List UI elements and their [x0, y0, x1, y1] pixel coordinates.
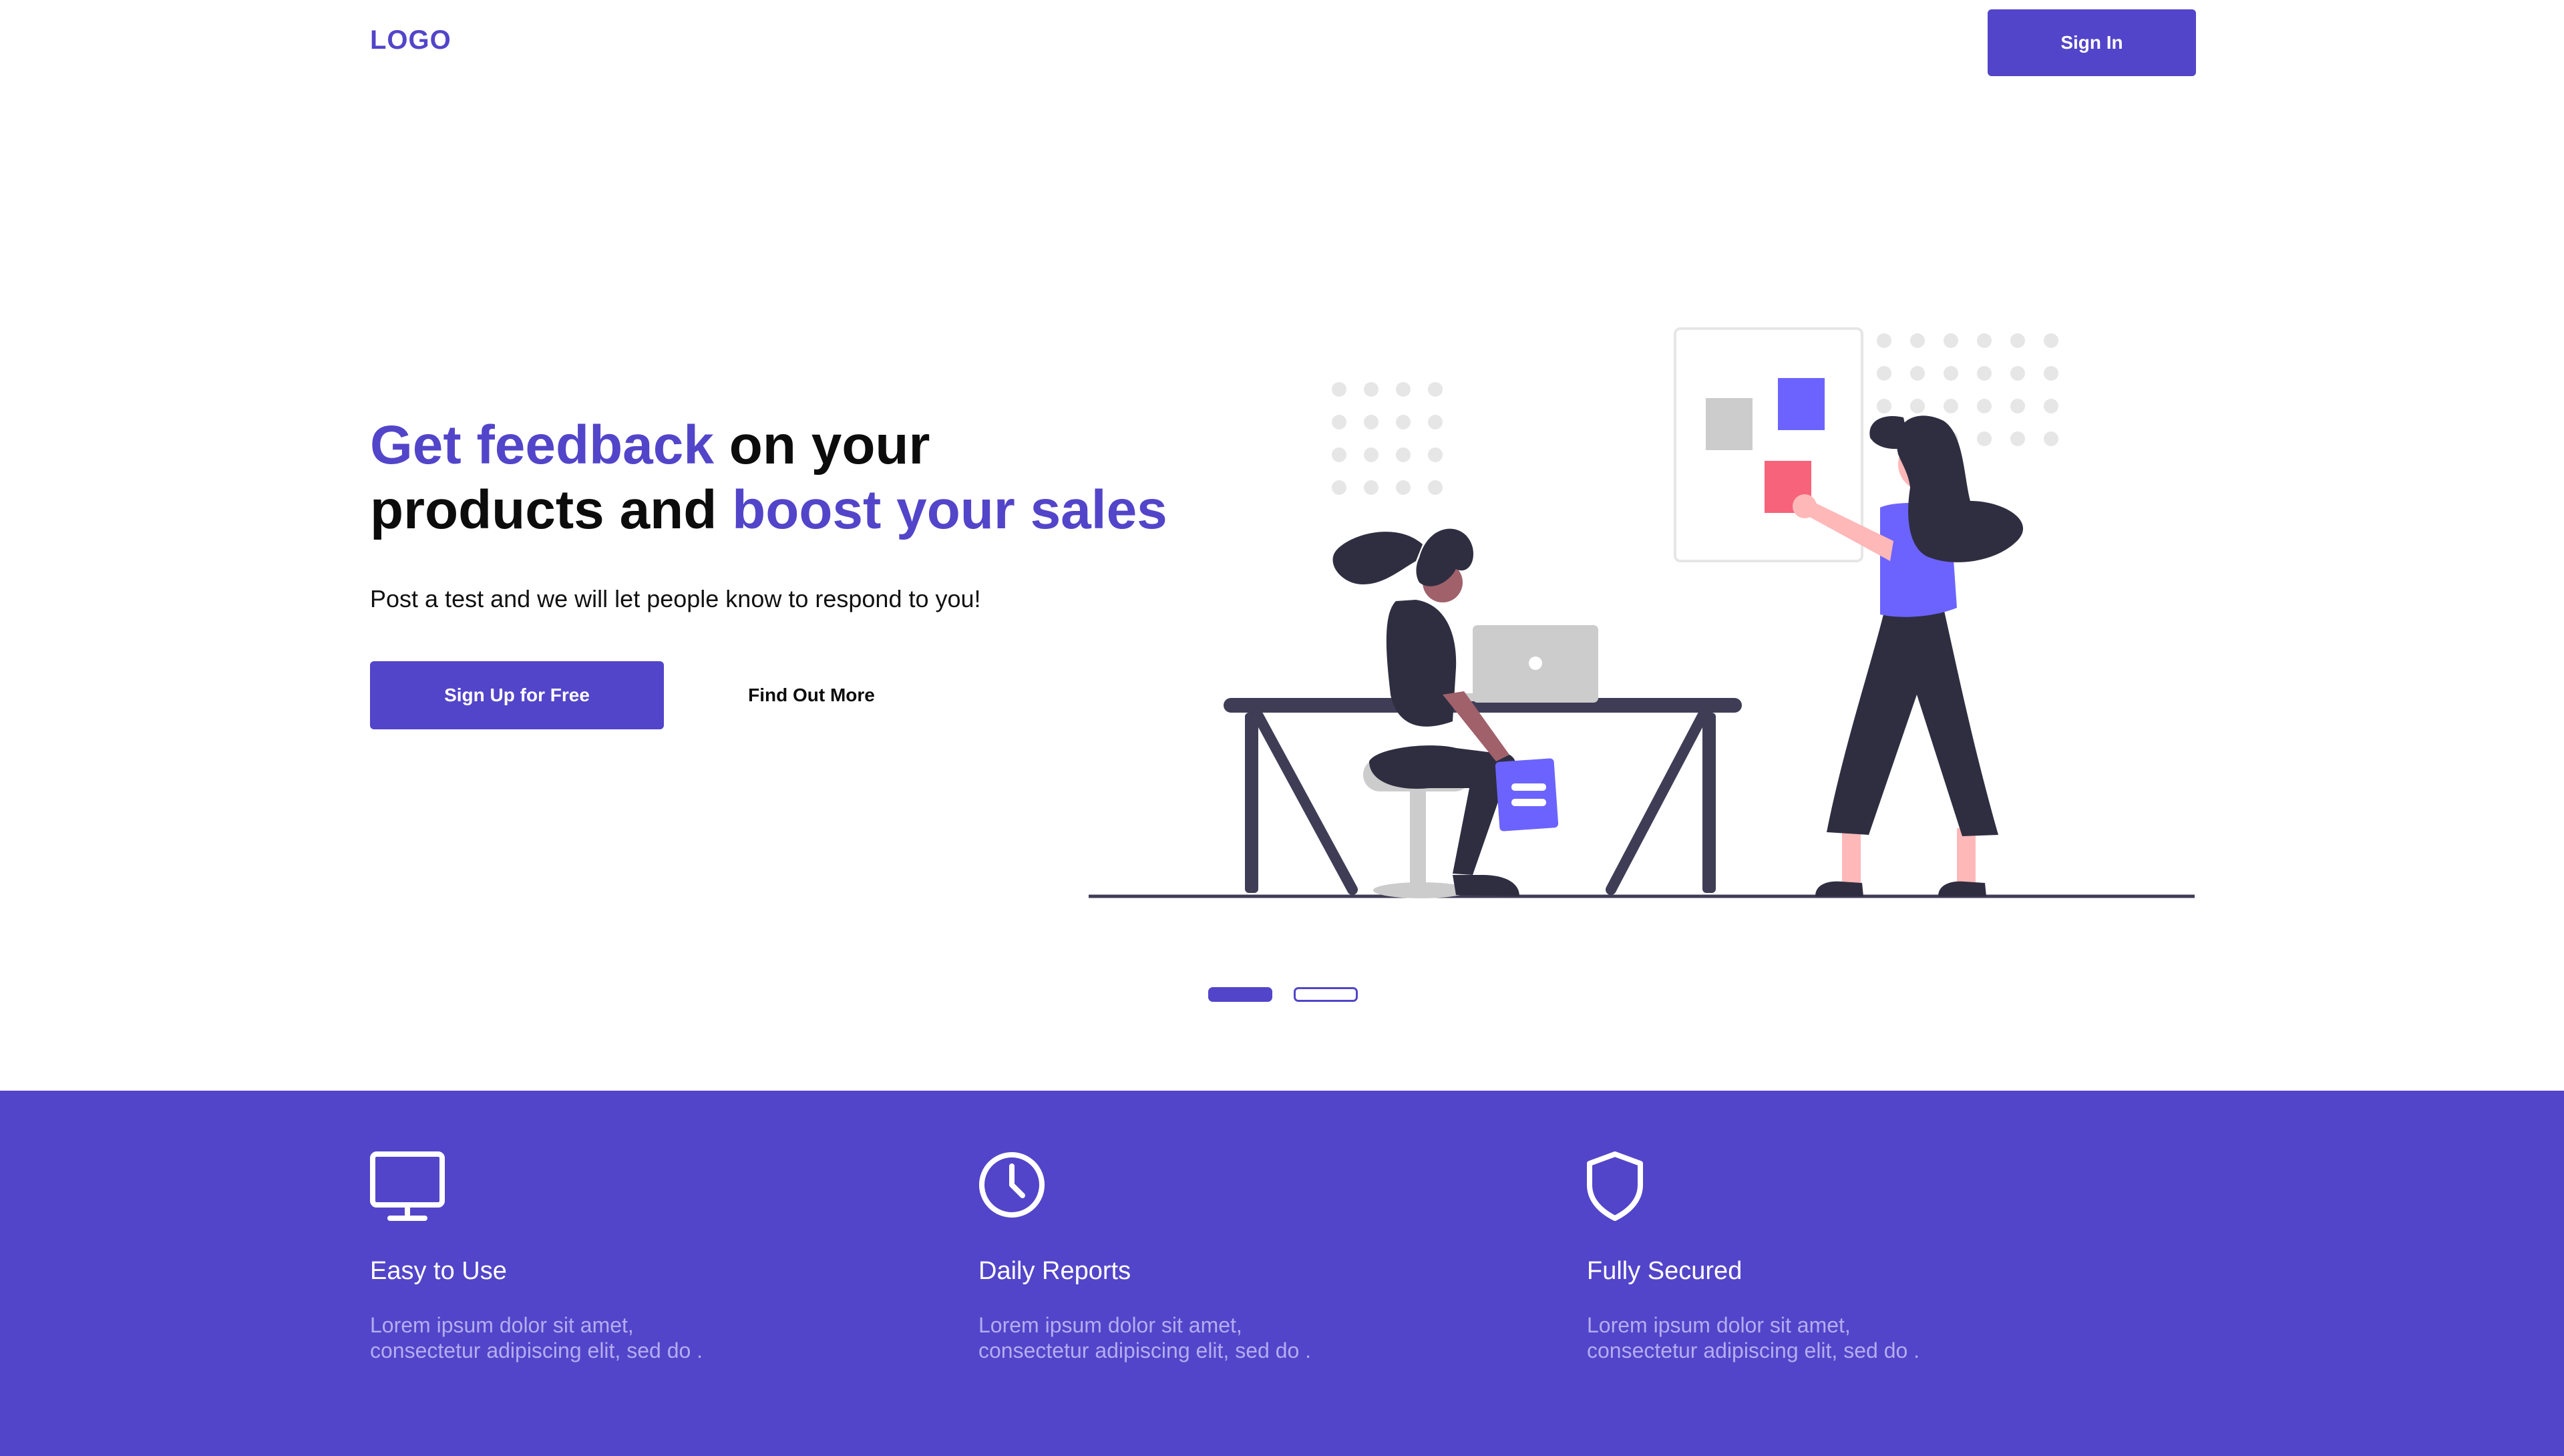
feature-description: Lorem ipsum dolor sit amet, consectetur …: [370, 1312, 851, 1363]
find-out-more-button[interactable]: Find Out More: [721, 661, 902, 729]
shield-icon: [1587, 1151, 1643, 1221]
headline-highlight-feedback: Get feedback: [370, 415, 714, 476]
hero-headline: Get feedback on your products and boost …: [370, 413, 1167, 542]
feature-description: Lorem ipsum dolor sit amet, consectetur …: [978, 1312, 1459, 1363]
dot-grid-left: [1332, 382, 1443, 495]
hero-subtitle: Post a test and we will let people know …: [370, 585, 981, 612]
feature-description-line-1: Lorem ipsum dolor sit amet,: [370, 1313, 634, 1337]
feature-easy-to-use: Easy to Use Lorem ipsum dolor sit amet, …: [370, 1147, 851, 1363]
headline-text-products: products and: [370, 480, 733, 540]
feature-title: Daily Reports: [978, 1257, 1131, 1285]
feature-description-line-2: consectetur adipiscing elit, sed do .: [978, 1338, 1312, 1362]
hero-illustration: [1089, 327, 2195, 898]
logo[interactable]: LOGO: [370, 25, 451, 55]
feature-description-line-1: Lorem ipsum dolor sit amet,: [1587, 1313, 1851, 1337]
feature-description: Lorem ipsum dolor sit amet, consectetur …: [1587, 1312, 2068, 1363]
clock-icon: [979, 1152, 1045, 1218]
feature-description-line-1: Lorem ipsum dolor sit amet,: [978, 1313, 1242, 1337]
monitor-icon: [370, 1151, 445, 1221]
feature-title: Fully Secured: [1587, 1257, 1743, 1285]
carousel-dot-2[interactable]: [1294, 987, 1358, 1002]
feature-fully-secured: Fully Secured Lorem ipsum dolor sit amet…: [1587, 1147, 2068, 1363]
feature-daily-reports: Daily Reports Lorem ipsum dolor sit amet…: [978, 1147, 1459, 1363]
feature-title: Easy to Use: [370, 1257, 507, 1285]
carousel-dot-1[interactable]: [1208, 987, 1272, 1002]
headline-text-on-your: on your: [713, 415, 930, 476]
sign-up-free-button[interactable]: Sign Up for Free: [370, 661, 664, 729]
feature-description-line-2: consectetur adipiscing elit, sed do .: [1587, 1338, 1920, 1362]
sign-in-button[interactable]: Sign In: [1988, 9, 2196, 76]
feature-description-line-2: consectetur adipiscing elit, sed do .: [370, 1338, 703, 1362]
